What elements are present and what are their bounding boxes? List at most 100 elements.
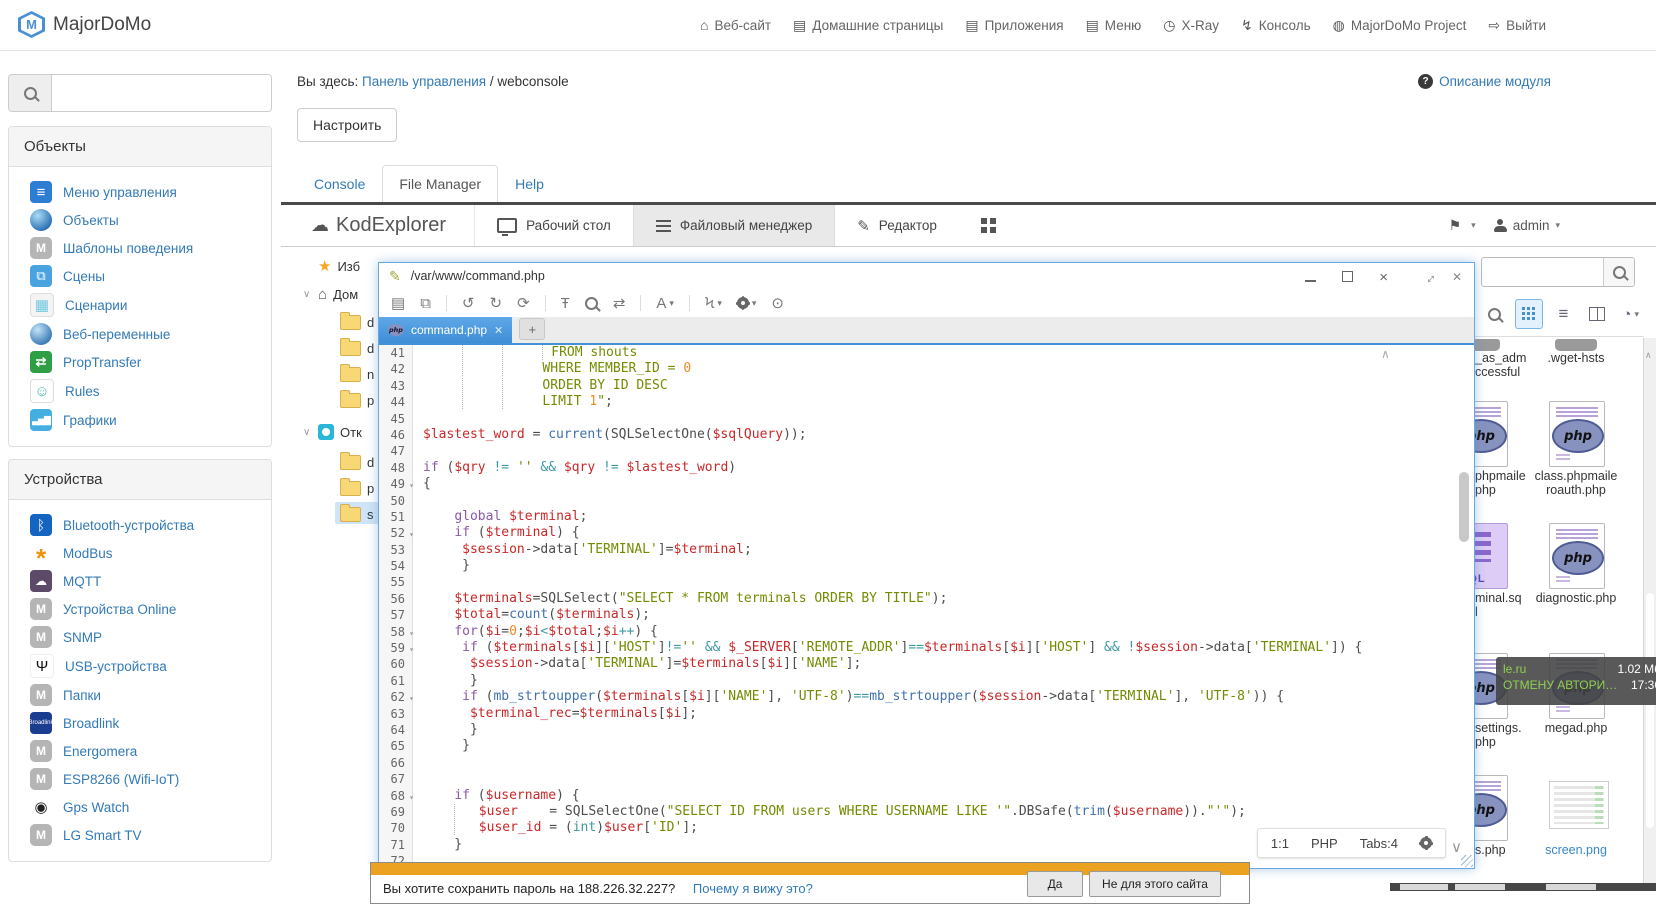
sidebar-item-modbus[interactable]: ModBus	[9, 539, 271, 567]
tree-folder-4[interactable]: p	[340, 390, 374, 410]
grid-view-button[interactable]	[1515, 299, 1544, 329]
sidebar-item-behavior-templates[interactable]: Шаблоны поведения	[9, 234, 271, 262]
syntax-mode[interactable]: PHP	[1311, 836, 1338, 851]
user-menu[interactable]: admin ▾	[1494, 218, 1560, 233]
nav-website[interactable]: ⌂Веб-сайт	[700, 17, 771, 33]
search-button[interactable]	[9, 75, 52, 111]
sidebar-item-gps-watch[interactable]: Gps Watch	[9, 793, 271, 821]
scroll-up-icon[interactable]: ∧	[1381, 347, 1390, 361]
kodexplorer-brand[interactable]: ☁ KodExplorer	[281, 205, 475, 246]
close-editor-icon[interactable]: ✕	[1452, 270, 1462, 284]
tab-file-manager[interactable]: File Manager	[382, 165, 498, 203]
font-icon[interactable]: A▾	[656, 295, 674, 312]
gear-icon[interactable]	[1420, 837, 1432, 849]
tree-folder-5[interactable]: d	[340, 452, 374, 472]
fullscreen-icon[interactable]: ↔	[1418, 266, 1439, 287]
file-search-input[interactable]	[1482, 258, 1603, 286]
right-scroll-strip[interactable]: ∧	[1643, 338, 1656, 883]
php-file-icon[interactable]: php	[1549, 523, 1605, 589]
sidebar-item-scenes[interactable]: Сцены	[9, 262, 271, 290]
shuffle-icon[interactable]: ⇄	[613, 294, 626, 312]
minimize-button[interactable]	[1305, 271, 1316, 284]
nav-console[interactable]: ↯Консоль	[1241, 17, 1311, 34]
list-view-button[interactable]: ≡	[1550, 300, 1577, 328]
file-search-button[interactable]	[1603, 258, 1634, 286]
pin-icon[interactable]: Ŧ	[561, 295, 570, 312]
tab-console[interactable]: Console	[297, 165, 382, 203]
file-megad-label[interactable]: megad.php	[1513, 721, 1639, 735]
kod-file-manager[interactable]: Файловый менеджер	[633, 205, 835, 246]
tree-folder-7[interactable]: s	[340, 504, 374, 524]
sidebar-item-esp8266[interactable]: ESP8266 (Wifi-IoT)	[9, 765, 271, 793]
editor-tab-command-php[interactable]: php command.php ✕	[379, 317, 512, 343]
sidebar-item-devices-online[interactable]: Устройства Online	[9, 595, 271, 623]
sidebar-item-folders[interactable]: Папки	[9, 681, 271, 709]
nav-apps[interactable]: ▤Приложения	[965, 17, 1063, 34]
file-class-phpmaileroauth-label[interactable]: class.phpmaileroauth.php	[1513, 469, 1639, 497]
editor-title-bar[interactable]: ✎ /var/www/command.php ×	[379, 263, 1474, 289]
sidebar-item-broadlink[interactable]: Broadlink	[9, 709, 271, 737]
sidebar-item-objects[interactable]: Объекты	[9, 206, 271, 234]
sidebar-item-charts[interactable]: Графики	[9, 406, 271, 434]
apps-grid-button[interactable]	[959, 205, 1018, 246]
tree-favorites[interactable]: ★Изб	[318, 256, 360, 276]
search-icon[interactable]	[585, 297, 598, 310]
sidebar-item-proptransfer[interactable]: PropTransfer	[9, 348, 271, 376]
brand[interactable]: M MajorDoMo	[18, 11, 151, 38]
settings-icon[interactable]: ▾	[737, 297, 757, 309]
close-tab-icon[interactable]: ✕	[494, 324, 503, 337]
preview-icon[interactable]: ⊙	[771, 294, 784, 312]
tree-home[interactable]: ∨⌂Дом	[318, 284, 358, 304]
nav-xray[interactable]: ◷X-Ray	[1163, 17, 1219, 34]
sidebar-item-energomera[interactable]: Energomera	[9, 737, 271, 765]
maximize-button[interactable]	[1342, 271, 1353, 284]
image-thumbnail[interactable]	[1549, 781, 1609, 829]
file-diagnostic-label[interactable]: diagnostic.php	[1513, 591, 1639, 605]
file-screen-png-label[interactable]: screen.png	[1513, 843, 1639, 857]
configure-button[interactable]: Настроить	[297, 108, 397, 142]
sidebar-item-web-variables[interactable]: Веб-переменные	[9, 320, 271, 348]
save-icon[interactable]: ▤	[391, 294, 405, 312]
sidebar-item-usb[interactable]: USB-устройства	[9, 651, 271, 681]
sidebar-item-snmp[interactable]: SNMP	[9, 623, 271, 651]
columns-view-button[interactable]	[1584, 300, 1611, 328]
new-tab-button[interactable]: +	[519, 318, 545, 340]
php-file-icon[interactable]: php	[1549, 401, 1605, 467]
sidebar-item-control-menu[interactable]: Меню управления	[9, 178, 271, 206]
nav-menu[interactable]: ▤Меню	[1086, 17, 1142, 34]
flag-icon[interactable]: ⚑	[1449, 217, 1462, 234]
nav-project[interactable]: ◍MajorDoMo Project	[1333, 17, 1467, 34]
kod-desktop[interactable]: Рабочий стол	[475, 205, 633, 246]
tab-help[interactable]: Help	[498, 165, 561, 203]
breadcrumb-section-link[interactable]: Панель управления	[362, 74, 486, 89]
undo-icon[interactable]: ↺	[462, 294, 475, 312]
tree-folder-6[interactable]: p	[340, 478, 374, 498]
tab-size[interactable]: Tabs:4	[1360, 836, 1398, 851]
refresh-icon[interactable]: ⟳	[517, 294, 530, 312]
sidebar-item-bluetooth[interactable]: Bluetooth-устройства	[9, 511, 271, 539]
kod-editor[interactable]: ✎Редактор	[835, 205, 959, 246]
file-wget-hsts-label[interactable]: .wget-hsts	[1513, 351, 1639, 365]
wand-icon[interactable]: Ϟ▾	[705, 295, 722, 312]
sidebar-item-lg-smart-tv[interactable]: LG Smart TV	[9, 821, 271, 849]
resize-grip[interactable]	[1461, 855, 1473, 867]
zoom-icon[interactable]	[1481, 300, 1508, 328]
yes-button[interactable]: Да	[1027, 871, 1083, 897]
module-description-link[interactable]: ? Описание модуля	[1418, 74, 1551, 89]
editor-scrollbar[interactable]	[1459, 472, 1469, 542]
sidebar-item-mqtt[interactable]: MQTT	[9, 567, 271, 595]
redo-icon[interactable]: ↻	[489, 294, 502, 312]
editor-code-area[interactable]: 41 FROM shouts42 WHERE MEMBER_ID = 043 O…	[379, 345, 1474, 868]
tree-open[interactable]: ∨Отк	[318, 422, 362, 442]
nav-logout[interactable]: ⇨Выйти	[1488, 17, 1546, 34]
file-icon-partial[interactable]	[1555, 339, 1597, 351]
tree-folder-1[interactable]: d	[340, 312, 374, 332]
close-button[interactable]: ×	[1379, 270, 1388, 285]
nav-home-pages[interactable]: ▤Домашние страницы	[793, 17, 943, 34]
sidebar-item-rules[interactable]: Rules	[9, 376, 271, 406]
notification-why-link[interactable]: Почему я вижу это?	[693, 881, 813, 896]
gauge-view-button[interactable]: ◔▾	[1617, 300, 1644, 328]
tree-folder-2[interactable]: d	[340, 338, 374, 358]
search-input[interactable]	[52, 75, 271, 111]
not-for-site-button[interactable]: Не для этого сайта	[1089, 871, 1221, 897]
